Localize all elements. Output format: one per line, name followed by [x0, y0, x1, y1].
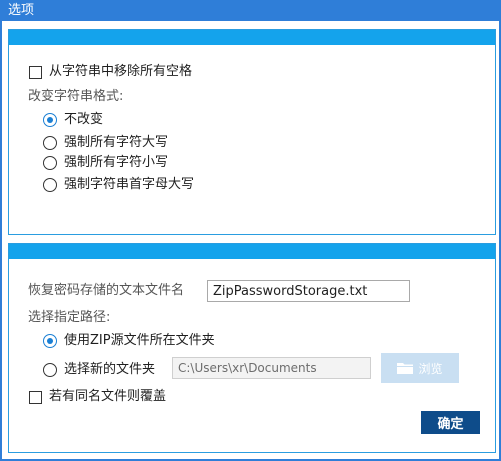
radio-capitalize-first-label: 强制字符串首字母大写	[64, 177, 195, 192]
panel-header-band	[9, 30, 495, 45]
radio-force-uppercase-label: 强制所有字符大写	[64, 135, 169, 150]
radio-use-zip-folder-label: 使用ZIP源文件所在文件夹	[64, 333, 215, 348]
string-options-panel	[8, 29, 496, 235]
ok-button-label: 确定	[437, 417, 464, 432]
radio-force-lowercase-label: 强制所有字符小写	[64, 155, 169, 170]
format-heading: 改变字符串格式:	[28, 89, 124, 104]
window-title: 选项	[8, 3, 35, 18]
overwrite-label: 若有同名文件则覆盖	[49, 389, 167, 404]
browse-button-label: 浏览	[418, 361, 443, 376]
radio-capitalize-first[interactable]	[43, 178, 57, 192]
overwrite-checkbox[interactable]	[29, 391, 42, 404]
radio-force-lowercase[interactable]	[43, 156, 57, 170]
filename-label: 恢复密码存储的文本文件名	[28, 283, 185, 298]
window-titlebar: 选项	[0, 0, 501, 21]
radio-no-change[interactable]	[43, 113, 57, 127]
folder-icon	[397, 362, 414, 374]
remove-spaces-checkbox[interactable]	[29, 66, 42, 79]
folder-path-input[interactable]	[172, 357, 371, 379]
remove-spaces-label: 从字符串中移除所有空格	[49, 64, 193, 79]
radio-no-change-label: 不改变	[64, 112, 104, 127]
panel-header-band	[9, 244, 495, 259]
radio-force-uppercase[interactable]	[43, 136, 57, 150]
radio-choose-folder[interactable]	[43, 363, 57, 377]
path-heading: 选择指定路径:	[28, 310, 111, 325]
ok-button[interactable]: 确定	[421, 411, 480, 434]
filename-input[interactable]	[207, 280, 410, 302]
browse-button[interactable]: 浏览	[381, 353, 459, 383]
window-border-left	[0, 21, 2, 461]
radio-use-zip-folder[interactable]	[43, 334, 57, 348]
radio-choose-folder-label: 选择新的文件夹	[64, 362, 156, 377]
